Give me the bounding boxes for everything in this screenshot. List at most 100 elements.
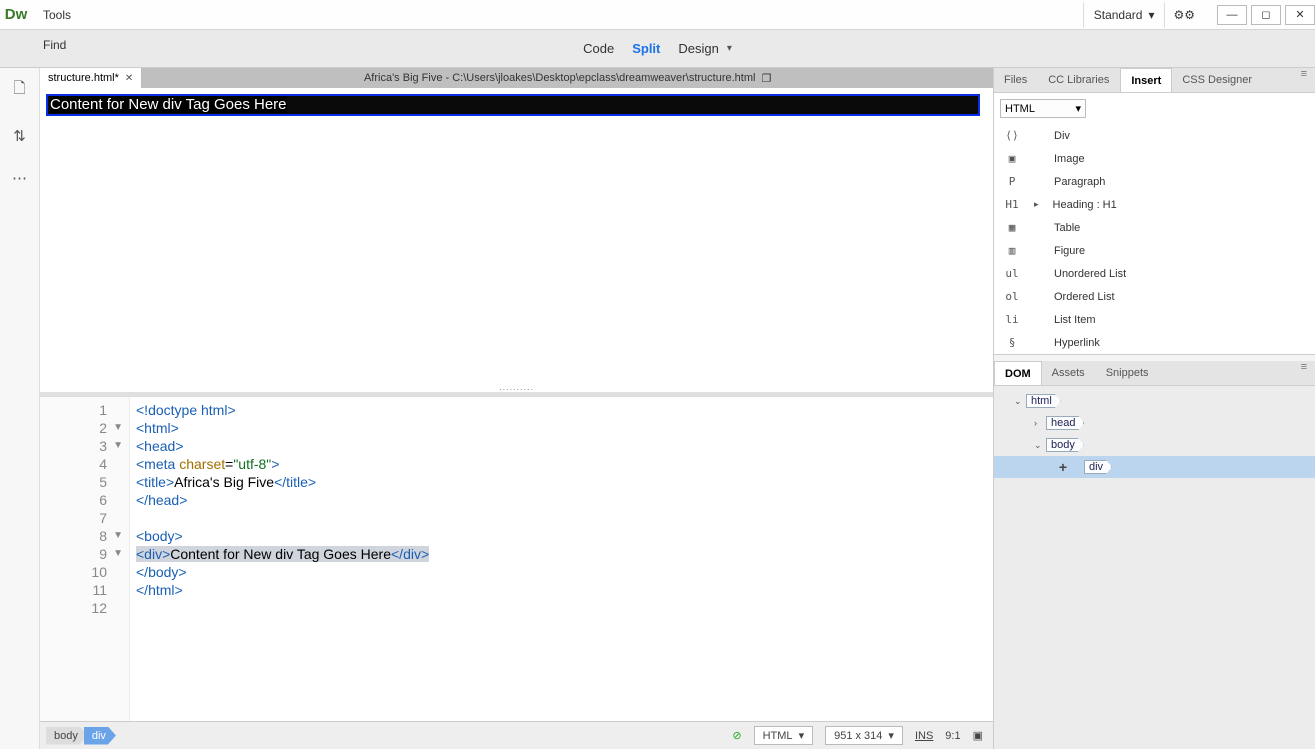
panel-tab-snippets[interactable]: Snippets [1096, 361, 1160, 385]
dom-node-head[interactable]: ›head [994, 412, 1315, 434]
pane-splitter-handle[interactable]: ∙∙∙∙∙∙∙∙∙∙ [499, 384, 534, 394]
code-editor-pane[interactable]: 12▼3▼45678▼9▼101112 <!doctype html><html… [40, 396, 993, 721]
doctype-selector[interactable]: HTML▾ [754, 726, 813, 745]
design-preview-pane[interactable]: Content for New div Tag Goes Here ∙∙∙∙∙∙… [40, 88, 993, 396]
view-code[interactable]: Code [583, 41, 614, 56]
tag-selector-breadcrumb: bodydiv [40, 727, 112, 745]
code-gutter: 12▼3▼45678▼9▼101112 [40, 397, 130, 721]
insert-item-ordered[interactable]: ol Ordered List [994, 285, 1315, 308]
panel-tab-css-designer[interactable]: CSS Designer [1172, 68, 1263, 92]
insert-category-dropdown[interactable]: HTML ▾ [1000, 99, 1086, 118]
dom-node-body[interactable]: ⌄body [994, 434, 1315, 456]
panel-tab-insert[interactable]: Insert [1120, 68, 1172, 92]
dom-caret-icon[interactable]: ⌄ [1014, 396, 1026, 407]
insert-item-label: Paragraph [1054, 176, 1105, 188]
no-errors-icon[interactable]: ⊘ [732, 729, 741, 742]
selected-div-text: Content for New div Tag Goes Here [50, 96, 287, 113]
app-logo: Dw [0, 0, 32, 30]
status-bar: bodydiv ⊘ HTML▾ 951 x 314▾ INS 9:1 ▣ [40, 721, 993, 749]
close-button[interactable]: ✕ [1285, 5, 1315, 25]
insert-item-icon: § [1004, 336, 1020, 349]
insert-item-image[interactable]: ▣ Image [994, 147, 1315, 170]
insert-item-icon: li [1004, 313, 1020, 326]
panel-menu-icon[interactable]: ≡ [1293, 361, 1315, 385]
close-tab-icon[interactable]: ✕ [125, 73, 133, 84]
chevron-down-icon: ▾ [1148, 8, 1154, 22]
document-tab-strip: structure.html* ✕ Africa's Big Five - C:… [40, 68, 993, 88]
dom-tag-label: div [1084, 460, 1112, 474]
breadcrumb-div[interactable]: div [84, 727, 116, 745]
workspace-label: Standard [1094, 8, 1143, 22]
dom-node-div[interactable]: + div [994, 456, 1315, 478]
insert-mode[interactable]: INS [915, 730, 933, 742]
maximize-button[interactable]: ◻ [1251, 5, 1281, 25]
insert-item-icon: ▥ [1004, 244, 1020, 257]
preview-icon[interactable]: ▣ [973, 729, 983, 742]
right-panel-top-tabs: FilesCC LibrariesInsertCSS Designer ≡ [994, 68, 1315, 93]
insert-panel: HTML ▾ ⟨⟩ Div ▣ Image P Paragraph H1 ▸ Heading :… [994, 93, 1315, 355]
menu-bar: Dw FileEditViewInsertToolsFindSiteWindow… [0, 0, 1315, 30]
insert-item-label: Ordered List [1054, 291, 1115, 303]
design-dropdown-icon[interactable]: ▾ [727, 43, 732, 54]
dom-tag-label: html [1026, 394, 1061, 408]
insert-item-icon: ol [1004, 290, 1020, 303]
dom-caret-icon[interactable]: ⌄ [1034, 440, 1046, 451]
insert-item-label: Figure [1054, 245, 1085, 257]
insert-item-list[interactable]: li List Item [994, 308, 1315, 331]
insert-item-icon: ⟨⟩ [1004, 129, 1020, 142]
window-controls: — ◻ ✕ [1213, 5, 1315, 25]
panel-tab-cc-libraries[interactable]: CC Libraries [1038, 68, 1120, 92]
code-content[interactable]: <!doctype html><html><head><meta charset… [130, 397, 429, 721]
viewport-size-selector[interactable]: 951 x 314▾ [825, 726, 903, 745]
sync-settings-icon[interactable]: ⚙⚙ [1173, 8, 1195, 22]
insert-item-icon: P [1004, 175, 1020, 188]
dom-tag-label: body [1046, 438, 1084, 452]
breadcrumb-body[interactable]: body [46, 727, 88, 745]
cursor-position: 9:1 [945, 730, 960, 742]
panel-tab-dom[interactable]: DOM [994, 361, 1042, 385]
dom-node-html[interactable]: ⌄html [994, 390, 1315, 412]
panel-tab-files[interactable]: Files [994, 68, 1038, 92]
dom-caret-icon[interactable]: › [1034, 418, 1046, 428]
restore-down-icon[interactable]: ❐ [761, 72, 771, 85]
insert-item-figure[interactable]: ▥ Figure [994, 239, 1315, 262]
insert-item-heading[interactable]: H1 ▸ Heading : H1 [994, 193, 1315, 216]
document-tab[interactable]: structure.html* ✕ [40, 68, 142, 88]
minimize-button[interactable]: — [1217, 5, 1247, 25]
insert-item-label: Heading : H1 [1053, 199, 1117, 211]
dom-tree[interactable]: ⌄html›head⌄body+div [994, 386, 1315, 749]
insert-item-table[interactable]: ▦ Table [994, 216, 1315, 239]
view-switcher-bar: Code Split Design ▾ [0, 30, 1315, 68]
chevron-down-icon: ▸ [1034, 199, 1039, 210]
insert-item-icon: ▣ [1004, 152, 1020, 165]
insert-item-paragraph[interactable]: P Paragraph [994, 170, 1315, 193]
selected-div-element[interactable]: Content for New div Tag Goes Here [46, 94, 980, 116]
insert-item-list: ⟨⟩ Div ▣ Image P Paragraph H1 ▸ Heading : H1 ▦ Tab… [994, 124, 1315, 354]
insert-item-label: Div [1054, 130, 1070, 142]
chevron-down-icon: ▾ [799, 729, 805, 742]
panel-menu-icon[interactable]: ≡ [1293, 68, 1315, 92]
right-panel-bottom-tabs: DOMAssetsSnippets ≡ [994, 361, 1315, 386]
chevron-down-icon: ▾ [888, 729, 894, 742]
insert-item-label: Hyperlink [1054, 337, 1100, 349]
workspace-switcher[interactable]: Standard ▾ [1083, 2, 1166, 28]
insert-item-icon: ▦ [1004, 221, 1020, 234]
dom-add-icon[interactable]: + [1054, 459, 1072, 475]
view-design[interactable]: Design [678, 41, 718, 56]
insert-item-unordered[interactable]: ulUnordered List [994, 262, 1315, 285]
insert-item-icon: H1 [1004, 198, 1020, 211]
dom-tag-label: head [1046, 416, 1084, 430]
insert-item-hyperlink[interactable]: § Hyperlink [994, 331, 1315, 354]
expand-collapse-icon[interactable]: ⇅ [13, 127, 26, 145]
insert-item-label: List Item [1054, 314, 1096, 326]
insert-item-div[interactable]: ⟨⟩ Div [994, 124, 1315, 147]
more-icon[interactable]: ⋯ [12, 169, 27, 187]
left-toolbar: 🗋 ⇅ ⋯ [0, 68, 40, 749]
insert-item-label: Table [1054, 222, 1080, 234]
file-management-icon[interactable]: 🗋 [13, 78, 25, 103]
insert-item-label: Image [1054, 153, 1085, 165]
panel-tab-assets[interactable]: Assets [1042, 361, 1096, 385]
menu-find[interactable]: Find [32, 30, 97, 60]
view-split[interactable]: Split [632, 41, 660, 56]
menu-tools[interactable]: Tools [32, 0, 97, 30]
